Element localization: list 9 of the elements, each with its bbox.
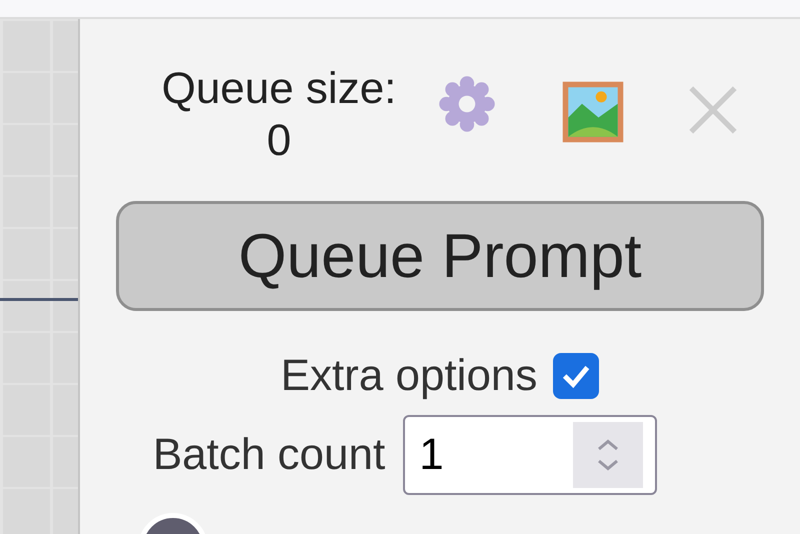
extra-options-label: Extra options (280, 350, 538, 402)
queue-size-label: Queue size: (162, 63, 396, 115)
batch-count-label: Batch count (152, 429, 386, 481)
queue-prompt-button[interactable]: Queue Prompt (116, 201, 764, 311)
extra-options-checkbox[interactable] (553, 353, 600, 399)
queue-size-value: 0 (266, 115, 292, 167)
picture-frame-icon[interactable] (560, 79, 626, 145)
spinner-icon[interactable] (573, 422, 644, 488)
batch-count-field[interactable]: 1 (403, 415, 658, 495)
